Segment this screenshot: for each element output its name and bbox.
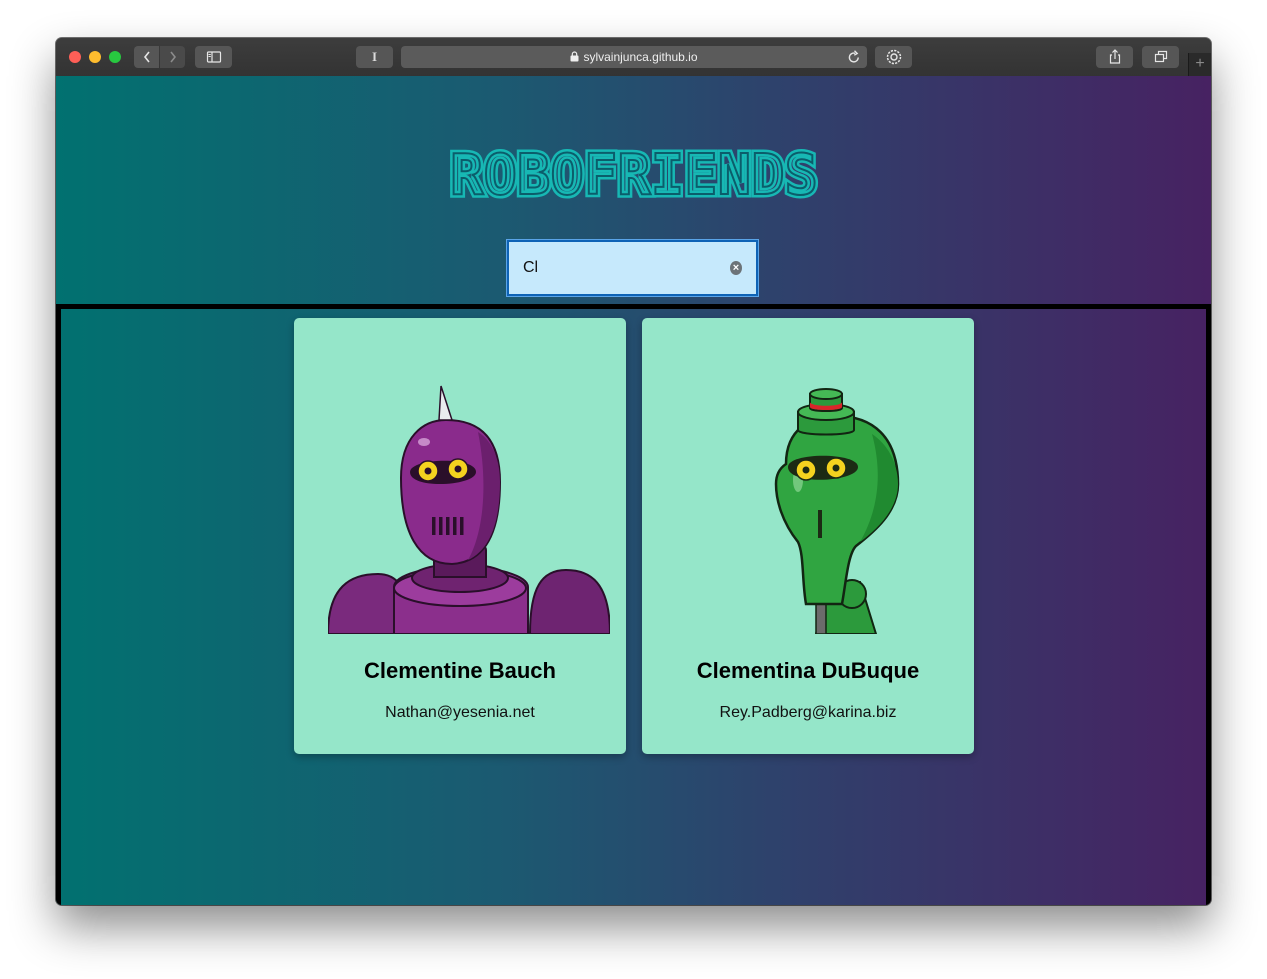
robots-scroll-area[interactable] [56, 304, 1211, 905]
new-tab-button[interactable]: + [1188, 53, 1211, 76]
tabs-overview-icon [1154, 50, 1167, 63]
robot-avatar-purple [328, 385, 610, 634]
robot-email: Nathan@yesenia.net [385, 704, 535, 721]
chevron-left-icon [143, 51, 150, 63]
url-text: sylvainjunca.github.io [583, 50, 698, 64]
robot-card[interactable]: Clementina DuBuque Rey.Padberg@karina.bi… [642, 318, 974, 754]
minimize-window-button[interactable] [89, 51, 101, 63]
chevron-right-icon [169, 51, 176, 63]
reload-icon[interactable] [847, 49, 861, 65]
robot-avatar-green [774, 388, 900, 634]
show-tabs-button[interactable] [1142, 46, 1179, 68]
search-box[interactable]: × [506, 239, 759, 297]
robot-name: Clementina DuBuque [696, 658, 920, 683]
sidebar-icon [206, 51, 221, 63]
close-window-button[interactable] [69, 51, 81, 63]
zoom-window-button[interactable] [109, 51, 121, 63]
page-content: ROBOFRIENDS ROBOFRIENDS × [56, 76, 1211, 905]
robot-card[interactable]: Clementine Bauch Nathan@yesenia.net [294, 318, 626, 754]
clear-search-icon[interactable]: × [730, 261, 742, 275]
lock-icon [570, 51, 579, 62]
gear-icon [886, 49, 901, 65]
share-button[interactable] [1096, 46, 1133, 68]
app-logo: ROBOFRIENDS ROBOFRIENDS [56, 146, 1211, 208]
forward-button[interactable] [160, 46, 185, 68]
sidebar-toggle-button[interactable] [195, 46, 232, 68]
share-icon [1109, 49, 1120, 64]
app-title-inline: ROBOFRIENDS [450, 146, 818, 200]
back-button[interactable] [134, 46, 159, 68]
extensions-button[interactable] [875, 46, 912, 68]
robot-name: Clementine Bauch [364, 658, 556, 683]
browser-toolbar: I sylvainjunca.github.io + [56, 38, 1211, 77]
robot-email: Rey.Padberg@karina.biz [719, 704, 897, 721]
address-bar[interactable]: sylvainjunca.github.io [401, 46, 867, 68]
search-input[interactable] [523, 259, 730, 277]
browser-window: I sylvainjunca.github.io + ROBOFRIENDS R… [56, 38, 1211, 905]
reader-mode-button[interactable]: I [356, 46, 393, 68]
